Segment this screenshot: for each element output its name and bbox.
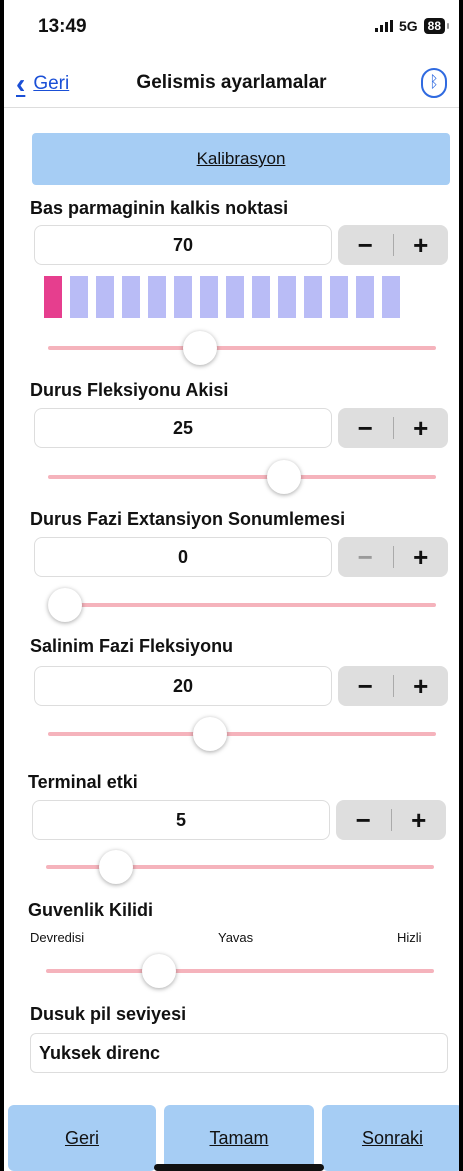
signal-icon bbox=[374, 20, 393, 32]
level-bar bbox=[356, 276, 374, 318]
decrement-button[interactable]: − bbox=[338, 408, 393, 448]
battery-level-label: Dusuk pil seviyesi bbox=[30, 1004, 187, 1024]
level-bar bbox=[252, 276, 270, 318]
setting-label: Durus Fleksiyonu Akisi bbox=[30, 380, 229, 400]
slider-thumb[interactable] bbox=[267, 460, 302, 494]
value-stepper: − + bbox=[336, 800, 446, 840]
level-bar bbox=[122, 276, 140, 318]
decrement-button[interactable]: − bbox=[338, 666, 393, 706]
slider-track[interactable] bbox=[48, 732, 436, 736]
status-bar: 13:49 5G 88 bbox=[4, 0, 459, 50]
network-label: 5G bbox=[398, 18, 418, 34]
setting-value-field[interactable]: 5 bbox=[32, 800, 330, 840]
battery-level-select[interactable]: Yuksek direnc bbox=[30, 1033, 448, 1073]
value-stepper: − + bbox=[338, 225, 448, 265]
decrement-button[interactable]: − bbox=[338, 225, 393, 265]
increment-button[interactable]: + bbox=[394, 225, 449, 265]
setting-value-field[interactable]: 25 bbox=[34, 408, 332, 448]
decrement-button[interactable]: − bbox=[338, 537, 393, 577]
increment-button[interactable]: + bbox=[394, 666, 449, 706]
slider-track[interactable] bbox=[48, 603, 436, 607]
slider-thumb[interactable] bbox=[193, 717, 228, 751]
status-time: 13:49 bbox=[38, 16, 87, 37]
home-indicator bbox=[154, 1164, 324, 1171]
level-bar bbox=[174, 276, 192, 318]
status-icons: 5G 88 bbox=[374, 18, 450, 34]
level-bar bbox=[44, 276, 62, 318]
level-bar bbox=[278, 276, 296, 318]
level-bar bbox=[148, 276, 166, 318]
nav-bar: ‹ Geri Gelismis ayarlamalar ᛒ bbox=[4, 58, 459, 108]
slider-track[interactable] bbox=[48, 346, 436, 350]
level-bar bbox=[226, 276, 244, 318]
setting-label: Bas parmaginin kalkis noktasi bbox=[30, 198, 289, 218]
ok-button[interactable]: Tamam bbox=[164, 1105, 314, 1171]
slider-thumb[interactable] bbox=[182, 331, 217, 365]
value-stepper: − + bbox=[338, 666, 448, 706]
page-title: Gelismis ayarlamalar bbox=[136, 72, 327, 93]
bluetooth-icon[interactable]: ᛒ bbox=[421, 68, 447, 98]
safety-lock-label: Guvenlik Kilidi bbox=[28, 900, 154, 920]
slider-thumb[interactable] bbox=[99, 850, 134, 884]
setting-value-field[interactable]: 70 bbox=[34, 225, 332, 265]
slider-thumb[interactable] bbox=[48, 588, 82, 622]
battery-icon: 88 bbox=[423, 18, 450, 34]
setting-value-field[interactable]: 0 bbox=[34, 537, 332, 577]
safety-option-slow: Yavas bbox=[218, 930, 254, 945]
setting-label: Durus Fazi Extansiyon Sonumlemesi bbox=[30, 509, 346, 529]
increment-button[interactable]: + bbox=[392, 800, 447, 840]
setting-value-field[interactable]: 20 bbox=[34, 666, 332, 706]
setting-label: Terminal etki bbox=[28, 772, 138, 792]
increment-button[interactable]: + bbox=[394, 408, 449, 448]
calibration-button[interactable]: Kalibrasyon bbox=[32, 133, 450, 185]
safety-option-fast: Hizli bbox=[397, 930, 422, 945]
back-button[interactable]: Geri bbox=[8, 1105, 156, 1171]
level-bar bbox=[200, 276, 218, 318]
safety-slider-track[interactable] bbox=[46, 969, 434, 973]
safety-slider-thumb[interactable] bbox=[141, 954, 176, 988]
level-bar bbox=[382, 276, 400, 318]
safety-option-off: Devredisi bbox=[30, 930, 85, 945]
slider-track[interactable] bbox=[48, 475, 436, 479]
value-stepper: − + bbox=[338, 537, 448, 577]
decrement-button[interactable]: − bbox=[336, 800, 391, 840]
bottom-action-bar: Geri Tamam Sonraki bbox=[4, 1105, 459, 1171]
level-bar-graph bbox=[44, 276, 400, 318]
increment-button[interactable]: + bbox=[394, 537, 449, 577]
value-stepper: − + bbox=[338, 408, 448, 448]
level-bar bbox=[70, 276, 88, 318]
level-bar bbox=[330, 276, 348, 318]
level-bar bbox=[304, 276, 322, 318]
phone-screen: 13:49 5G 88 ‹ Geri Gelismis ayarlamalar … bbox=[0, 0, 463, 1171]
next-button[interactable]: Sonraki bbox=[322, 1105, 459, 1171]
setting-label: Salinim Fazi Fleksiyonu bbox=[30, 636, 234, 656]
level-bar bbox=[96, 276, 114, 318]
